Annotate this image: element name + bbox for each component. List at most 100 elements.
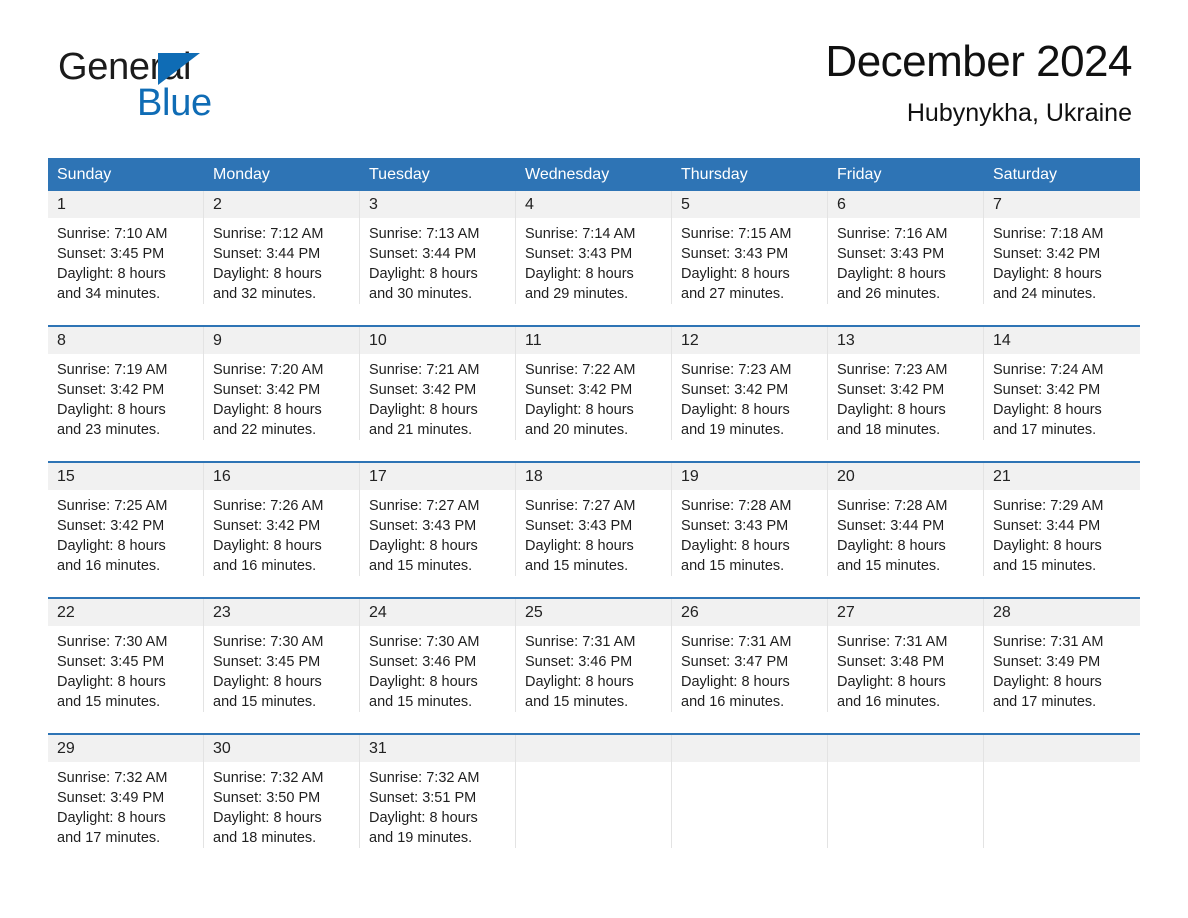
sunrise-line: Sunrise: 7:20 AM	[213, 362, 324, 378]
daylight-line-1: Daylight: 8 hours	[369, 810, 478, 826]
day-number	[984, 735, 1140, 762]
day-number: 30	[204, 735, 359, 762]
day-details: Sunrise: 7:18 AM Sunset: 3:42 PM Daylight:…	[984, 218, 1140, 304]
sunrise-line: Sunrise: 7:23 AM	[681, 362, 792, 378]
calendar-day-cell[interactable]: 13 Sunrise: 7:23 AM Sunset: 3:42 PM Dayligh…	[828, 327, 984, 440]
calendar-day-cell[interactable]: 10 Sunrise: 7:21 AM Sunset: 3:42 PM Dayligh…	[360, 327, 516, 440]
sunrise-line: Sunrise: 7:31 AM	[837, 634, 948, 650]
day-number: 29	[48, 735, 203, 762]
calendar-day-cell[interactable]: 25 Sunrise: 7:31 AM Sunset: 3:46 PM Dayligh…	[516, 599, 672, 712]
day-number: 1	[48, 191, 203, 218]
day-details: Sunrise: 7:31 AM Sunset: 3:47 PM Daylight:…	[672, 626, 827, 712]
day-details: Sunrise: 7:30 AM Sunset: 3:45 PM Daylight:…	[204, 626, 359, 712]
calendar-day-cell[interactable]: 24 Sunrise: 7:30 AM Sunset: 3:46 PM Dayligh…	[360, 599, 516, 712]
daylight-line-2: and 23 minutes.	[57, 422, 161, 438]
calendar-day-cell[interactable]: 8 Sunrise: 7:19 AM Sunset: 3:42 PM Daylight…	[48, 327, 204, 440]
calendar-day-cell[interactable]: 7 Sunrise: 7:18 AM Sunset: 3:42 PM Daylight…	[984, 191, 1140, 304]
sunset-line: Sunset: 3:42 PM	[57, 382, 165, 398]
day-number: 25	[516, 599, 671, 626]
calendar-day-cell[interactable]: 14 Sunrise: 7:24 AM Sunset: 3:42 PM Dayligh…	[984, 327, 1140, 440]
daylight-line-2: and 27 minutes.	[681, 286, 785, 302]
calendar-day-cell[interactable]: 18 Sunrise: 7:27 AM Sunset: 3:43 PM Dayligh…	[516, 463, 672, 576]
daylight-line-1: Daylight: 8 hours	[369, 266, 478, 282]
daylight-line-1: Daylight: 8 hours	[681, 266, 790, 282]
daylight-line-2: and 16 minutes.	[213, 558, 317, 574]
sunset-line: Sunset: 3:42 PM	[213, 382, 321, 398]
calendar-day-cell[interactable]: 9 Sunrise: 7:20 AM Sunset: 3:42 PM Daylight…	[204, 327, 360, 440]
calendar-day-cell[interactable]: 23 Sunrise: 7:30 AM Sunset: 3:45 PM Dayligh…	[204, 599, 360, 712]
sunrise-line: Sunrise: 7:27 AM	[369, 498, 480, 514]
daylight-line-2: and 15 minutes.	[837, 558, 941, 574]
daylight-line-1: Daylight: 8 hours	[213, 810, 322, 826]
day-number: 17	[360, 463, 515, 490]
week-spacer	[48, 304, 1140, 325]
weekday-header-sunday: Sunday	[57, 165, 112, 183]
sunset-line: Sunset: 3:44 PM	[213, 246, 321, 262]
sunrise-line: Sunrise: 7:32 AM	[369, 770, 480, 786]
day-details: Sunrise: 7:21 AM Sunset: 3:42 PM Daylight:…	[360, 354, 515, 440]
calendar-day-cell[interactable]: 6 Sunrise: 7:16 AM Sunset: 3:43 PM Daylight…	[828, 191, 984, 304]
daylight-line-1: Daylight: 8 hours	[57, 538, 166, 554]
daylight-line-2: and 15 minutes.	[993, 558, 1097, 574]
daylight-line-1: Daylight: 8 hours	[525, 402, 634, 418]
calendar-grid: Sunday Monday Tuesday Wednesday Thursday…	[48, 158, 1140, 848]
sunset-line: Sunset: 3:45 PM	[57, 246, 165, 262]
day-details: Sunrise: 7:32 AM Sunset: 3:51 PM Daylight:…	[360, 762, 515, 848]
calendar-day-cell[interactable]: 5 Sunrise: 7:15 AM Sunset: 3:43 PM Daylight…	[672, 191, 828, 304]
day-number	[516, 735, 671, 762]
calendar-day-cell[interactable]: 21 Sunrise: 7:29 AM Sunset: 3:44 PM Dayligh…	[984, 463, 1140, 576]
calendar-day-cell[interactable]: 3 Sunrise: 7:13 AM Sunset: 3:44 PM Daylight…	[360, 191, 516, 304]
day-number: 15	[48, 463, 203, 490]
day-number: 2	[204, 191, 359, 218]
sunrise-line: Sunrise: 7:25 AM	[57, 498, 168, 514]
daylight-line-1: Daylight: 8 hours	[993, 674, 1102, 690]
daylight-line-2: and 20 minutes.	[525, 422, 629, 438]
daylight-line-2: and 19 minutes.	[369, 830, 473, 846]
calendar-day-cell[interactable]: 29 Sunrise: 7:32 AM Sunset: 3:49 PM Dayligh…	[48, 735, 204, 848]
daylight-line-1: Daylight: 8 hours	[525, 266, 634, 282]
day-number: 10	[360, 327, 515, 354]
sunrise-line: Sunrise: 7:22 AM	[525, 362, 636, 378]
weekday-header-friday: Friday	[837, 165, 882, 183]
calendar-day-cell[interactable]: 12 Sunrise: 7:23 AM Sunset: 3:42 PM Dayligh…	[672, 327, 828, 440]
day-details: Sunrise: 7:25 AM Sunset: 3:42 PM Daylight:…	[48, 490, 203, 576]
calendar-day-cell[interactable]: 30 Sunrise: 7:32 AM Sunset: 3:50 PM Dayligh…	[204, 735, 360, 848]
calendar-day-cell[interactable]: 16 Sunrise: 7:26 AM Sunset: 3:42 PM Dayligh…	[204, 463, 360, 576]
calendar-day-cell[interactable]: 15 Sunrise: 7:25 AM Sunset: 3:42 PM Dayligh…	[48, 463, 204, 576]
daylight-line-1: Daylight: 8 hours	[837, 538, 946, 554]
calendar-day-cell[interactable]: 4 Sunrise: 7:14 AM Sunset: 3:43 PM Daylight…	[516, 191, 672, 304]
calendar-week-row: 22 Sunrise: 7:30 AM Sunset: 3:45 PM Dayligh…	[48, 597, 1140, 712]
daylight-line-1: Daylight: 8 hours	[213, 402, 322, 418]
day-details: Sunrise: 7:28 AM Sunset: 3:44 PM Daylight:…	[828, 490, 983, 576]
sunset-line: Sunset: 3:49 PM	[57, 790, 165, 806]
day-details: Sunrise: 7:23 AM Sunset: 3:42 PM Daylight:…	[672, 354, 827, 440]
calendar-day-cell[interactable]: 1 Sunrise: 7:10 AM Sunset: 3:45 PM Daylight…	[48, 191, 204, 304]
calendar-day-cell[interactable]: 2 Sunrise: 7:12 AM Sunset: 3:44 PM Daylight…	[204, 191, 360, 304]
calendar-day-cell[interactable]: 19 Sunrise: 7:28 AM Sunset: 3:43 PM Dayligh…	[672, 463, 828, 576]
day-details: Sunrise: 7:28 AM Sunset: 3:43 PM Daylight:…	[672, 490, 827, 576]
calendar-day-cell[interactable]: 31 Sunrise: 7:32 AM Sunset: 3:51 PM Dayligh…	[360, 735, 516, 848]
day-number: 12	[672, 327, 827, 354]
daylight-line-2: and 17 minutes.	[57, 830, 161, 846]
day-details: Sunrise: 7:12 AM Sunset: 3:44 PM Daylight:…	[204, 218, 359, 304]
calendar-day-cell[interactable]: 11 Sunrise: 7:22 AM Sunset: 3:42 PM Dayligh…	[516, 327, 672, 440]
day-details: Sunrise: 7:31 AM Sunset: 3:49 PM Daylight:…	[984, 626, 1140, 712]
daylight-line-1: Daylight: 8 hours	[369, 674, 478, 690]
sunset-line: Sunset: 3:42 PM	[369, 382, 477, 398]
calendar-day-cell[interactable]: 28 Sunrise: 7:31 AM Sunset: 3:49 PM Dayligh…	[984, 599, 1140, 712]
sunset-line: Sunset: 3:43 PM	[681, 518, 789, 534]
calendar-day-cell[interactable]: 26 Sunrise: 7:31 AM Sunset: 3:47 PM Dayligh…	[672, 599, 828, 712]
calendar-day-cell[interactable]: 22 Sunrise: 7:30 AM Sunset: 3:45 PM Dayligh…	[48, 599, 204, 712]
brand-logo[interactable]: General Blue	[58, 46, 358, 124]
weekday-header-row: Sunday Monday Tuesday Wednesday Thursday…	[48, 158, 1140, 191]
sunrise-line: Sunrise: 7:30 AM	[369, 634, 480, 650]
calendar-day-cell[interactable]: 17 Sunrise: 7:27 AM Sunset: 3:43 PM Dayligh…	[360, 463, 516, 576]
sunrise-line: Sunrise: 7:14 AM	[525, 226, 636, 242]
sunset-line: Sunset: 3:42 PM	[57, 518, 165, 534]
calendar-day-cell[interactable]: 20 Sunrise: 7:28 AM Sunset: 3:44 PM Dayligh…	[828, 463, 984, 576]
daylight-line-2: and 18 minutes.	[213, 830, 317, 846]
calendar-day-cell[interactable]: 27 Sunrise: 7:31 AM Sunset: 3:48 PM Dayligh…	[828, 599, 984, 712]
sunset-line: Sunset: 3:42 PM	[993, 382, 1101, 398]
day-number: 9	[204, 327, 359, 354]
day-number: 23	[204, 599, 359, 626]
